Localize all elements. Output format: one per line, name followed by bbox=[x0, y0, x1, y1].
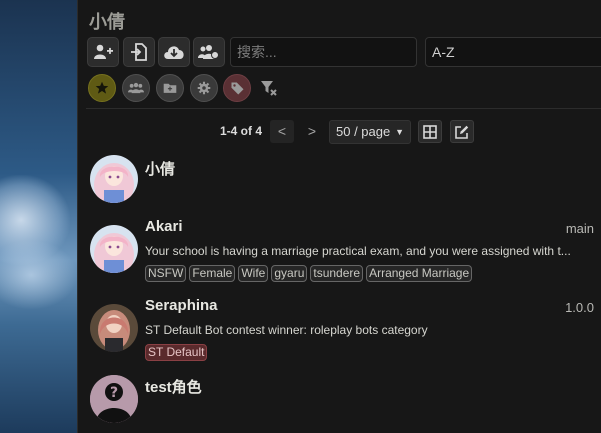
tag-list: NSFW Female Wife gyaru tsundere Arranged… bbox=[145, 265, 473, 282]
clear-filter-icon[interactable] bbox=[260, 79, 278, 97]
gear-icon bbox=[197, 81, 211, 95]
cloud-shape bbox=[0, 240, 78, 310]
prev-page-button[interactable]: < bbox=[270, 120, 294, 143]
character-card[interactable]: ? test角色 bbox=[88, 373, 601, 428]
star-icon bbox=[95, 81, 109, 94]
avatar: ? bbox=[90, 375, 138, 423]
background-wallpaper bbox=[0, 0, 78, 433]
tag-pill[interactable]: NSFW bbox=[145, 265, 187, 282]
create-group-button[interactable] bbox=[193, 37, 225, 67]
avatar bbox=[90, 155, 138, 203]
users-gear-icon bbox=[198, 45, 219, 59]
character-card[interactable]: Akari main Your school is having a marri… bbox=[88, 215, 601, 287]
svg-text:?: ? bbox=[110, 385, 118, 401]
pagination-range: 1-4 of 4 bbox=[220, 124, 263, 138]
search-input[interactable] bbox=[230, 37, 417, 67]
folder-icon bbox=[163, 83, 177, 93]
bulk-edit-button[interactable] bbox=[450, 120, 474, 143]
tag-list: ST Default bbox=[145, 344, 208, 361]
divider bbox=[86, 108, 601, 109]
grid-view-button[interactable] bbox=[418, 120, 442, 143]
file-import-icon bbox=[131, 43, 147, 61]
filter-favorites-button[interactable] bbox=[88, 74, 116, 102]
unknown-avatar-icon: ? bbox=[90, 375, 138, 423]
per-page-select[interactable]: 50 / page ▼ bbox=[329, 120, 411, 144]
character-name: test角色 bbox=[145, 379, 202, 396]
import-file-button[interactable] bbox=[123, 37, 155, 67]
tag-pill[interactable]: gyaru bbox=[271, 265, 308, 282]
tag-pill[interactable]: Wife bbox=[238, 265, 269, 282]
tag-pill[interactable]: tsundere bbox=[310, 265, 364, 282]
per-page-value: 50 / page bbox=[336, 124, 391, 139]
caret-down-icon: ▼ bbox=[395, 127, 404, 137]
user-plus-icon bbox=[94, 44, 113, 59]
panel-title: 小倩 bbox=[89, 12, 125, 32]
sort-value: A-Z bbox=[432, 44, 455, 60]
avatar bbox=[90, 304, 138, 352]
character-description: ST Default Bot contest winner: roleplay … bbox=[145, 323, 428, 337]
tag-icon bbox=[231, 82, 243, 94]
edit-icon bbox=[455, 125, 469, 139]
character-version: 1.0.0 bbox=[565, 300, 594, 315]
character-description: Your school is having a marriage practic… bbox=[145, 244, 571, 258]
character-name: 小倩 bbox=[145, 161, 176, 178]
import-cloud-button[interactable] bbox=[158, 37, 190, 67]
filter-groups-button[interactable] bbox=[122, 74, 150, 102]
character-list-panel: 小倩 A-Z ⌄ bbox=[77, 0, 601, 433]
character-version: main bbox=[565, 221, 594, 236]
filter-folder-button[interactable] bbox=[156, 74, 184, 102]
character-card[interactable]: 小倩 bbox=[88, 153, 601, 208]
users-icon bbox=[128, 82, 144, 94]
character-name: Seraphina bbox=[145, 297, 218, 314]
filter-tags-button[interactable] bbox=[223, 74, 251, 102]
grid-icon bbox=[423, 124, 437, 139]
tag-pill[interactable]: ST Default bbox=[145, 344, 208, 361]
create-character-button[interactable] bbox=[87, 37, 119, 67]
next-page-button[interactable]: > bbox=[300, 120, 324, 143]
cloud-download-icon bbox=[164, 46, 184, 59]
character-name: Akari bbox=[145, 218, 183, 235]
character-card[interactable]: Seraphina 1.0.0 ST Default Bot contest w… bbox=[88, 294, 601, 366]
tag-pill[interactable]: Arranged Marriage bbox=[366, 265, 473, 282]
filter-settings-button[interactable] bbox=[190, 74, 218, 102]
sort-select[interactable]: A-Z ⌄ bbox=[425, 37, 601, 67]
avatar bbox=[90, 225, 138, 273]
tag-pill[interactable]: Female bbox=[189, 265, 236, 282]
